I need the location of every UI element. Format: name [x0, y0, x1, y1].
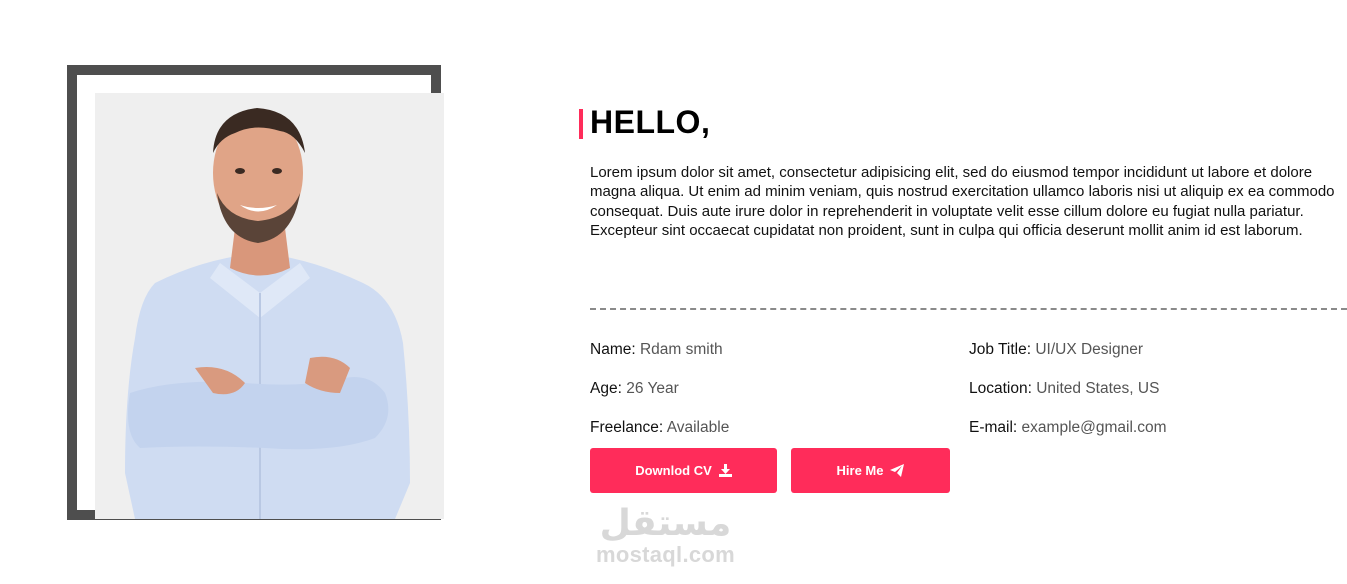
info-value: example@gmail.com [1021, 419, 1167, 436]
info-label: Age: [590, 380, 622, 397]
dashed-divider [590, 308, 1347, 310]
download-cv-button[interactable]: Downlod CV [590, 448, 777, 493]
info-value: UI/UX Designer [1035, 341, 1144, 358]
info-name: Name: Rdam smith [590, 341, 723, 359]
info-value: 26 Year [626, 380, 679, 397]
info-age: Age: 26 Year [590, 380, 679, 398]
info-email: E-mail: example@gmail.com [969, 419, 1167, 437]
info-value: Available [666, 419, 730, 436]
download-icon [718, 464, 732, 477]
info-value: Rdam smith [639, 341, 723, 358]
info-value: United States, US [1036, 380, 1160, 397]
hire-me-label: Hire Me [836, 463, 884, 478]
info-job-title: Job Title: UI/UX Designer [969, 341, 1143, 359]
intro-bio: Lorem ipsum dolor sit amet, consectetur … [590, 164, 1335, 239]
watermark-arabic: مستقل [599, 503, 732, 544]
download-cv-label: Downlod CV [635, 463, 712, 478]
profile-photo [95, 93, 444, 519]
info-label: Location: [969, 380, 1032, 397]
heading-accent-bar [579, 109, 583, 139]
watermark-latin: mostaql.com [596, 542, 735, 567]
paper-plane-icon [890, 464, 905, 477]
info-label: E-mail: [969, 419, 1018, 436]
info-label: Freelance: [590, 419, 664, 436]
mostaql-watermark: مستقل mostaql.com [596, 505, 735, 567]
info-label: Name: [590, 341, 636, 358]
info-location: Location: United States, US [969, 380, 1159, 398]
info-label: Job Title: [969, 341, 1032, 358]
info-freelance: Freelance: Available [590, 419, 729, 437]
intro-heading: HELLO, [590, 104, 711, 140]
hire-me-button[interactable]: Hire Me [791, 448, 950, 493]
